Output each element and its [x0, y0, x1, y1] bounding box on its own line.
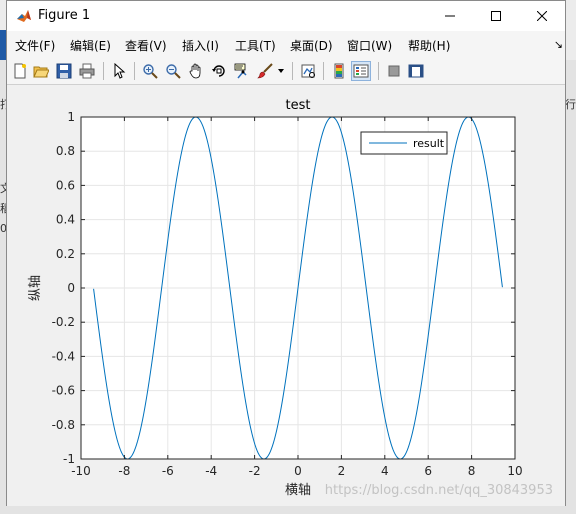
- toolbar-separator: [103, 62, 104, 80]
- legend: result: [360, 131, 448, 155]
- x-tick-label: -6: [162, 464, 174, 478]
- menu-tools[interactable]: 工具(T): [235, 37, 276, 54]
- show-plot-tools-icon: [408, 64, 424, 78]
- open-file-button[interactable]: [31, 61, 51, 81]
- y-tick-label: 0.6: [56, 178, 75, 192]
- open-file-icon: [33, 66, 49, 78]
- maximize-icon: [491, 11, 501, 21]
- chart-title: test: [286, 98, 311, 113]
- y-tick-label: -0.8: [52, 418, 75, 432]
- title-bar[interactable]: Figure 1: [7, 1, 565, 31]
- link-plot-button[interactable]: [298, 61, 318, 81]
- menu-view[interactable]: 查看(V): [125, 37, 167, 54]
- x-tick-label: 2: [338, 464, 346, 478]
- minimize-button[interactable]: [427, 1, 473, 31]
- close-icon: [537, 11, 547, 21]
- edit-plot-button[interactable]: [109, 61, 129, 81]
- figure-canvas[interactable]: -10 -8 -6 -4 -2 0 2 4 6 8 10 -1 -0.8 -0.6 -0.4 -0.2 0 0.2…: [7, 85, 565, 506]
- x-tick-label: 0: [294, 464, 302, 478]
- toolbar-separator: [292, 62, 293, 80]
- hide-plot-tools-button[interactable]: [384, 61, 404, 81]
- zoom-in-icon: [143, 64, 158, 79]
- y-tick-label: -1: [63, 452, 75, 466]
- background-app-right: [565, 60, 576, 514]
- x-tick-label: -8: [118, 464, 130, 478]
- x-tick-label: 6: [424, 464, 432, 478]
- maximize-button[interactable]: [473, 1, 519, 31]
- new-figure-button[interactable]: [10, 61, 30, 81]
- zoom-out-button[interactable]: [163, 61, 183, 81]
- save-icon: [56, 63, 72, 79]
- dock-arrow-icon[interactable]: ↘: [554, 38, 563, 51]
- brush-icon: [257, 63, 273, 79]
- data-cursor-button[interactable]: [232, 61, 252, 81]
- edit-plot-arrow-icon: [114, 63, 126, 79]
- y-tick-label: 0.4: [56, 213, 75, 227]
- y-tick-label: 0.8: [56, 144, 75, 158]
- toolbar-separator: [134, 62, 135, 80]
- hide-plot-tools-icon: [388, 65, 400, 77]
- menu-desktop[interactable]: 桌面(D): [290, 37, 333, 54]
- print-button[interactable]: [77, 61, 97, 81]
- y-tick-label: 0.2: [56, 247, 75, 261]
- menu-help[interactable]: 帮助(H): [408, 37, 450, 54]
- y-axis-label: 纵轴: [28, 275, 43, 301]
- y-tick-label: 1: [67, 110, 75, 124]
- data-cursor-icon: [234, 63, 247, 79]
- print-icon: [79, 63, 95, 79]
- insert-legend-icon: [353, 64, 369, 78]
- x-tick-label: -4: [205, 464, 217, 478]
- menu-bar: 文件(F) 编辑(E) 查看(V) 插入(I) 工具(T) 桌面(D) 窗口(W…: [7, 31, 565, 57]
- watermark: https://blog.csdn.net/qq_30843953: [324, 483, 553, 498]
- insert-colorbar-icon: [334, 63, 344, 79]
- zoom-in-button[interactable]: [140, 61, 160, 81]
- new-figure-icon: [14, 63, 26, 79]
- toolbar-separator: [378, 62, 379, 80]
- x-axis-label: 横轴: [285, 483, 311, 498]
- insert-colorbar-button[interactable]: [329, 61, 349, 81]
- rotate-3d-button[interactable]: [209, 61, 229, 81]
- show-plot-tools-button[interactable]: [406, 61, 426, 81]
- pan-hand-icon: [189, 63, 201, 79]
- toolbar-separator: [323, 62, 324, 80]
- figure-window: Figure 1 文件(F) 编辑(E) 查看(V) 插入(I) 工具(T) 桌…: [6, 0, 566, 506]
- menu-insert[interactable]: 插入(I): [182, 37, 219, 54]
- x-tick-label: -10: [71, 464, 91, 478]
- pan-button[interactable]: [186, 61, 206, 81]
- menu-window[interactable]: 窗口(W): [347, 37, 392, 54]
- brush-dropdown[interactable]: [275, 61, 287, 81]
- plot-svg[interactable]: -10 -8 -6 -4 -2 0 2 4 6 8 10 -1 -0.8 -0.6 -0.4 -0.2 0 0.2…: [7, 85, 565, 506]
- x-tick-label: -2: [249, 464, 261, 478]
- window-title: Figure 1: [38, 8, 91, 23]
- x-tick-label: 8: [468, 464, 476, 478]
- minimize-icon: [445, 15, 455, 17]
- rotate-3d-icon: [212, 65, 225, 77]
- figure-toolbar: [7, 57, 565, 85]
- chevron-down-icon: [278, 69, 284, 73]
- y-tick-label: -0.6: [52, 384, 75, 398]
- x-tick-label: 10: [507, 464, 522, 478]
- matlab-logo-icon: [16, 8, 32, 24]
- brush-button[interactable]: [255, 61, 275, 81]
- close-button[interactable]: [519, 1, 565, 31]
- link-plot-icon: [301, 64, 315, 78]
- menu-edit[interactable]: 编辑(E): [70, 37, 111, 54]
- y-tick-label: -0.4: [52, 349, 75, 363]
- legend-label: result: [413, 137, 445, 150]
- background-app-bottom: [0, 506, 576, 514]
- menu-file[interactable]: 文件(F): [15, 37, 55, 54]
- y-tick-label: -0.2: [52, 315, 75, 329]
- save-button[interactable]: [54, 61, 74, 81]
- zoom-out-icon: [166, 64, 181, 79]
- insert-legend-button[interactable]: [351, 61, 371, 81]
- x-tick-label: 4: [381, 464, 389, 478]
- y-tick-label: 0: [67, 281, 75, 295]
- background-glyph: 行: [565, 98, 576, 111]
